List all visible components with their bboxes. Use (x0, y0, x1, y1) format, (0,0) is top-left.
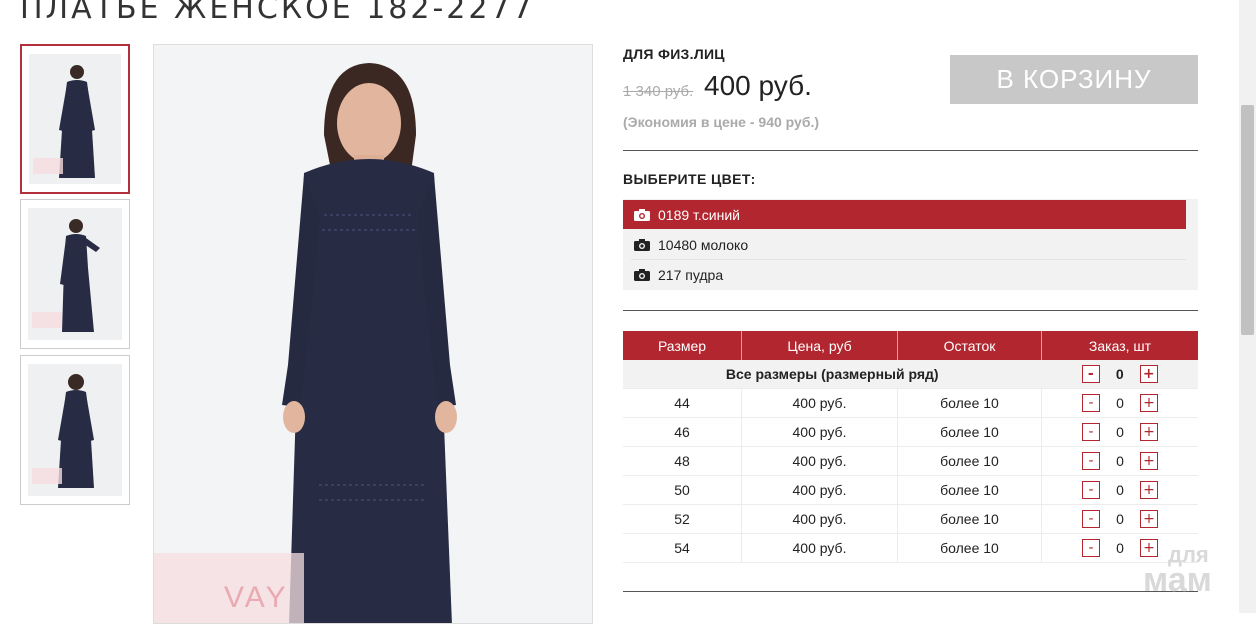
quantity-value[interactable]: 0 (1114, 453, 1126, 469)
stock-cell: более 10 (897, 446, 1042, 476)
thumbnail-side[interactable] (20, 199, 130, 349)
price-cell: 400 руб. (741, 475, 898, 505)
column-header-size: Размер (623, 331, 742, 360)
divider (623, 310, 1198, 311)
stock-cell: более 10 (897, 417, 1042, 447)
decrease-quantity-button[interactable]: - (1082, 452, 1100, 470)
stock-cell: более 10 (897, 504, 1042, 534)
stock-cell: более 10 (897, 475, 1042, 505)
increase-quantity-button[interactable]: + (1139, 365, 1158, 383)
price-cell: 400 руб. (741, 388, 898, 418)
decrease-quantity-button[interactable]: - (1082, 423, 1100, 441)
stock-cell: более 10 (897, 533, 1042, 563)
order-cell: -0 + (1041, 388, 1198, 418)
increase-quantity-button[interactable]: + (1140, 423, 1158, 441)
order-cell: -0 + (1041, 504, 1198, 534)
size-cell: 52 (623, 504, 742, 534)
thumbnail-image (28, 364, 122, 496)
sizes-table: Размер Цена, руб Остаток Заказ, шт Все р… (623, 331, 1198, 563)
divider (623, 591, 1198, 592)
quantity-value[interactable]: 0 (1114, 424, 1126, 440)
thumbnail-image (29, 54, 121, 184)
color-option-milk[interactable]: 10480 молоко (623, 230, 1186, 259)
dress-illustration (154, 45, 592, 623)
color-option-powder[interactable]: 217 пудра (623, 260, 1186, 289)
divider (623, 150, 1198, 151)
table-header-row: Размер Цена, руб Остаток Заказ, шт (623, 331, 1198, 360)
brand-watermark: VAY (224, 581, 289, 614)
table-row: 54 400 руб. более 10 -0 + (623, 533, 1198, 563)
camera-icon (634, 268, 650, 281)
thumbnail-image (28, 208, 122, 340)
color-option-label: 217 пудра (658, 266, 724, 283)
order-cell: -0 + (1041, 417, 1198, 447)
old-price: 1 340 руб. (623, 83, 694, 100)
decrease-quantity-button[interactable]: - (1081, 365, 1100, 383)
order-cell: -0 + (1041, 446, 1198, 476)
table-row: 46 400 руб. более 10 -0 + (623, 417, 1198, 447)
quantity-value[interactable]: 0 (1114, 366, 1126, 382)
site-watermark: для мам (1143, 544, 1212, 599)
all-sizes-row: Все размеры (размерный ряд) - 0 + (623, 360, 1198, 389)
product-title: ПЛАТЬЕ ЖЕНСКОЕ 182-2277 (20, 0, 535, 26)
size-cell: 48 (623, 446, 742, 476)
all-sizes-order-cell: - 0 + (1041, 360, 1198, 389)
color-option-label: 10480 молоко (658, 236, 749, 253)
camera-icon (634, 238, 650, 251)
quantity-value[interactable]: 0 (1114, 395, 1126, 411)
scrollbar-thumb[interactable] (1241, 105, 1254, 335)
table-row: 44 400 руб. более 10 -0 + (623, 388, 1198, 418)
color-option-label: 0189 т.синий (658, 206, 740, 223)
stock-cell: более 10 (897, 388, 1042, 418)
thumbnail-back[interactable] (20, 355, 130, 505)
quantity-value[interactable]: 0 (1114, 540, 1126, 556)
quantity-value[interactable]: 0 (1114, 482, 1126, 498)
decrease-quantity-button[interactable]: - (1082, 539, 1100, 557)
decrease-quantity-button[interactable]: - (1082, 510, 1100, 528)
price-cell: 400 руб. (741, 533, 898, 563)
price-cell: 400 руб. (741, 504, 898, 534)
table-row: 50 400 руб. более 10 -0 + (623, 475, 1198, 505)
main-product-photo[interactable]: VAY (153, 44, 593, 624)
column-header-order: Заказ, шт (1041, 331, 1198, 360)
saving-note: (Экономия в цене - 940 руб.) (623, 114, 820, 130)
customer-type-label: ДЛЯ ФИЗ.ЛИЦ (623, 46, 725, 62)
increase-quantity-button[interactable]: + (1140, 481, 1158, 499)
decrease-quantity-button[interactable]: - (1082, 394, 1100, 412)
column-header-price: Цена, руб (741, 331, 898, 360)
color-option-navy[interactable]: 0189 т.синий (623, 200, 1186, 229)
thumbnail-front[interactable] (20, 44, 130, 194)
increase-quantity-button[interactable]: + (1140, 510, 1158, 528)
add-to-cart-button[interactable]: В КОРЗИНУ (950, 55, 1198, 104)
all-sizes-label: Все размеры (размерный ряд) (623, 360, 1042, 389)
table-row: 48 400 руб. более 10 -0 + (623, 446, 1198, 476)
decrease-quantity-button[interactable]: - (1082, 481, 1100, 499)
color-options-list: 0189 т.синий 10480 молоко 217 пудра (623, 199, 1198, 290)
size-cell: 54 (623, 533, 742, 563)
size-cell: 50 (623, 475, 742, 505)
price-cell: 400 руб. (741, 446, 898, 476)
color-select-heading: ВЫБЕРИТЕ ЦВЕТ: (623, 171, 756, 187)
size-cell: 44 (623, 388, 742, 418)
camera-icon (634, 208, 650, 221)
quantity-value[interactable]: 0 (1114, 511, 1126, 527)
increase-quantity-button[interactable]: + (1140, 394, 1158, 412)
increase-quantity-button[interactable]: + (1140, 452, 1158, 470)
column-header-stock: Остаток (897, 331, 1042, 360)
current-price: 400 руб. (704, 70, 812, 101)
price-cell: 400 руб. (741, 417, 898, 447)
table-row: 52 400 руб. более 10 -0 + (623, 504, 1198, 534)
order-cell: -0 + (1041, 475, 1198, 505)
watermark-line-2: мам (1143, 560, 1212, 599)
size-cell: 46 (623, 417, 742, 447)
